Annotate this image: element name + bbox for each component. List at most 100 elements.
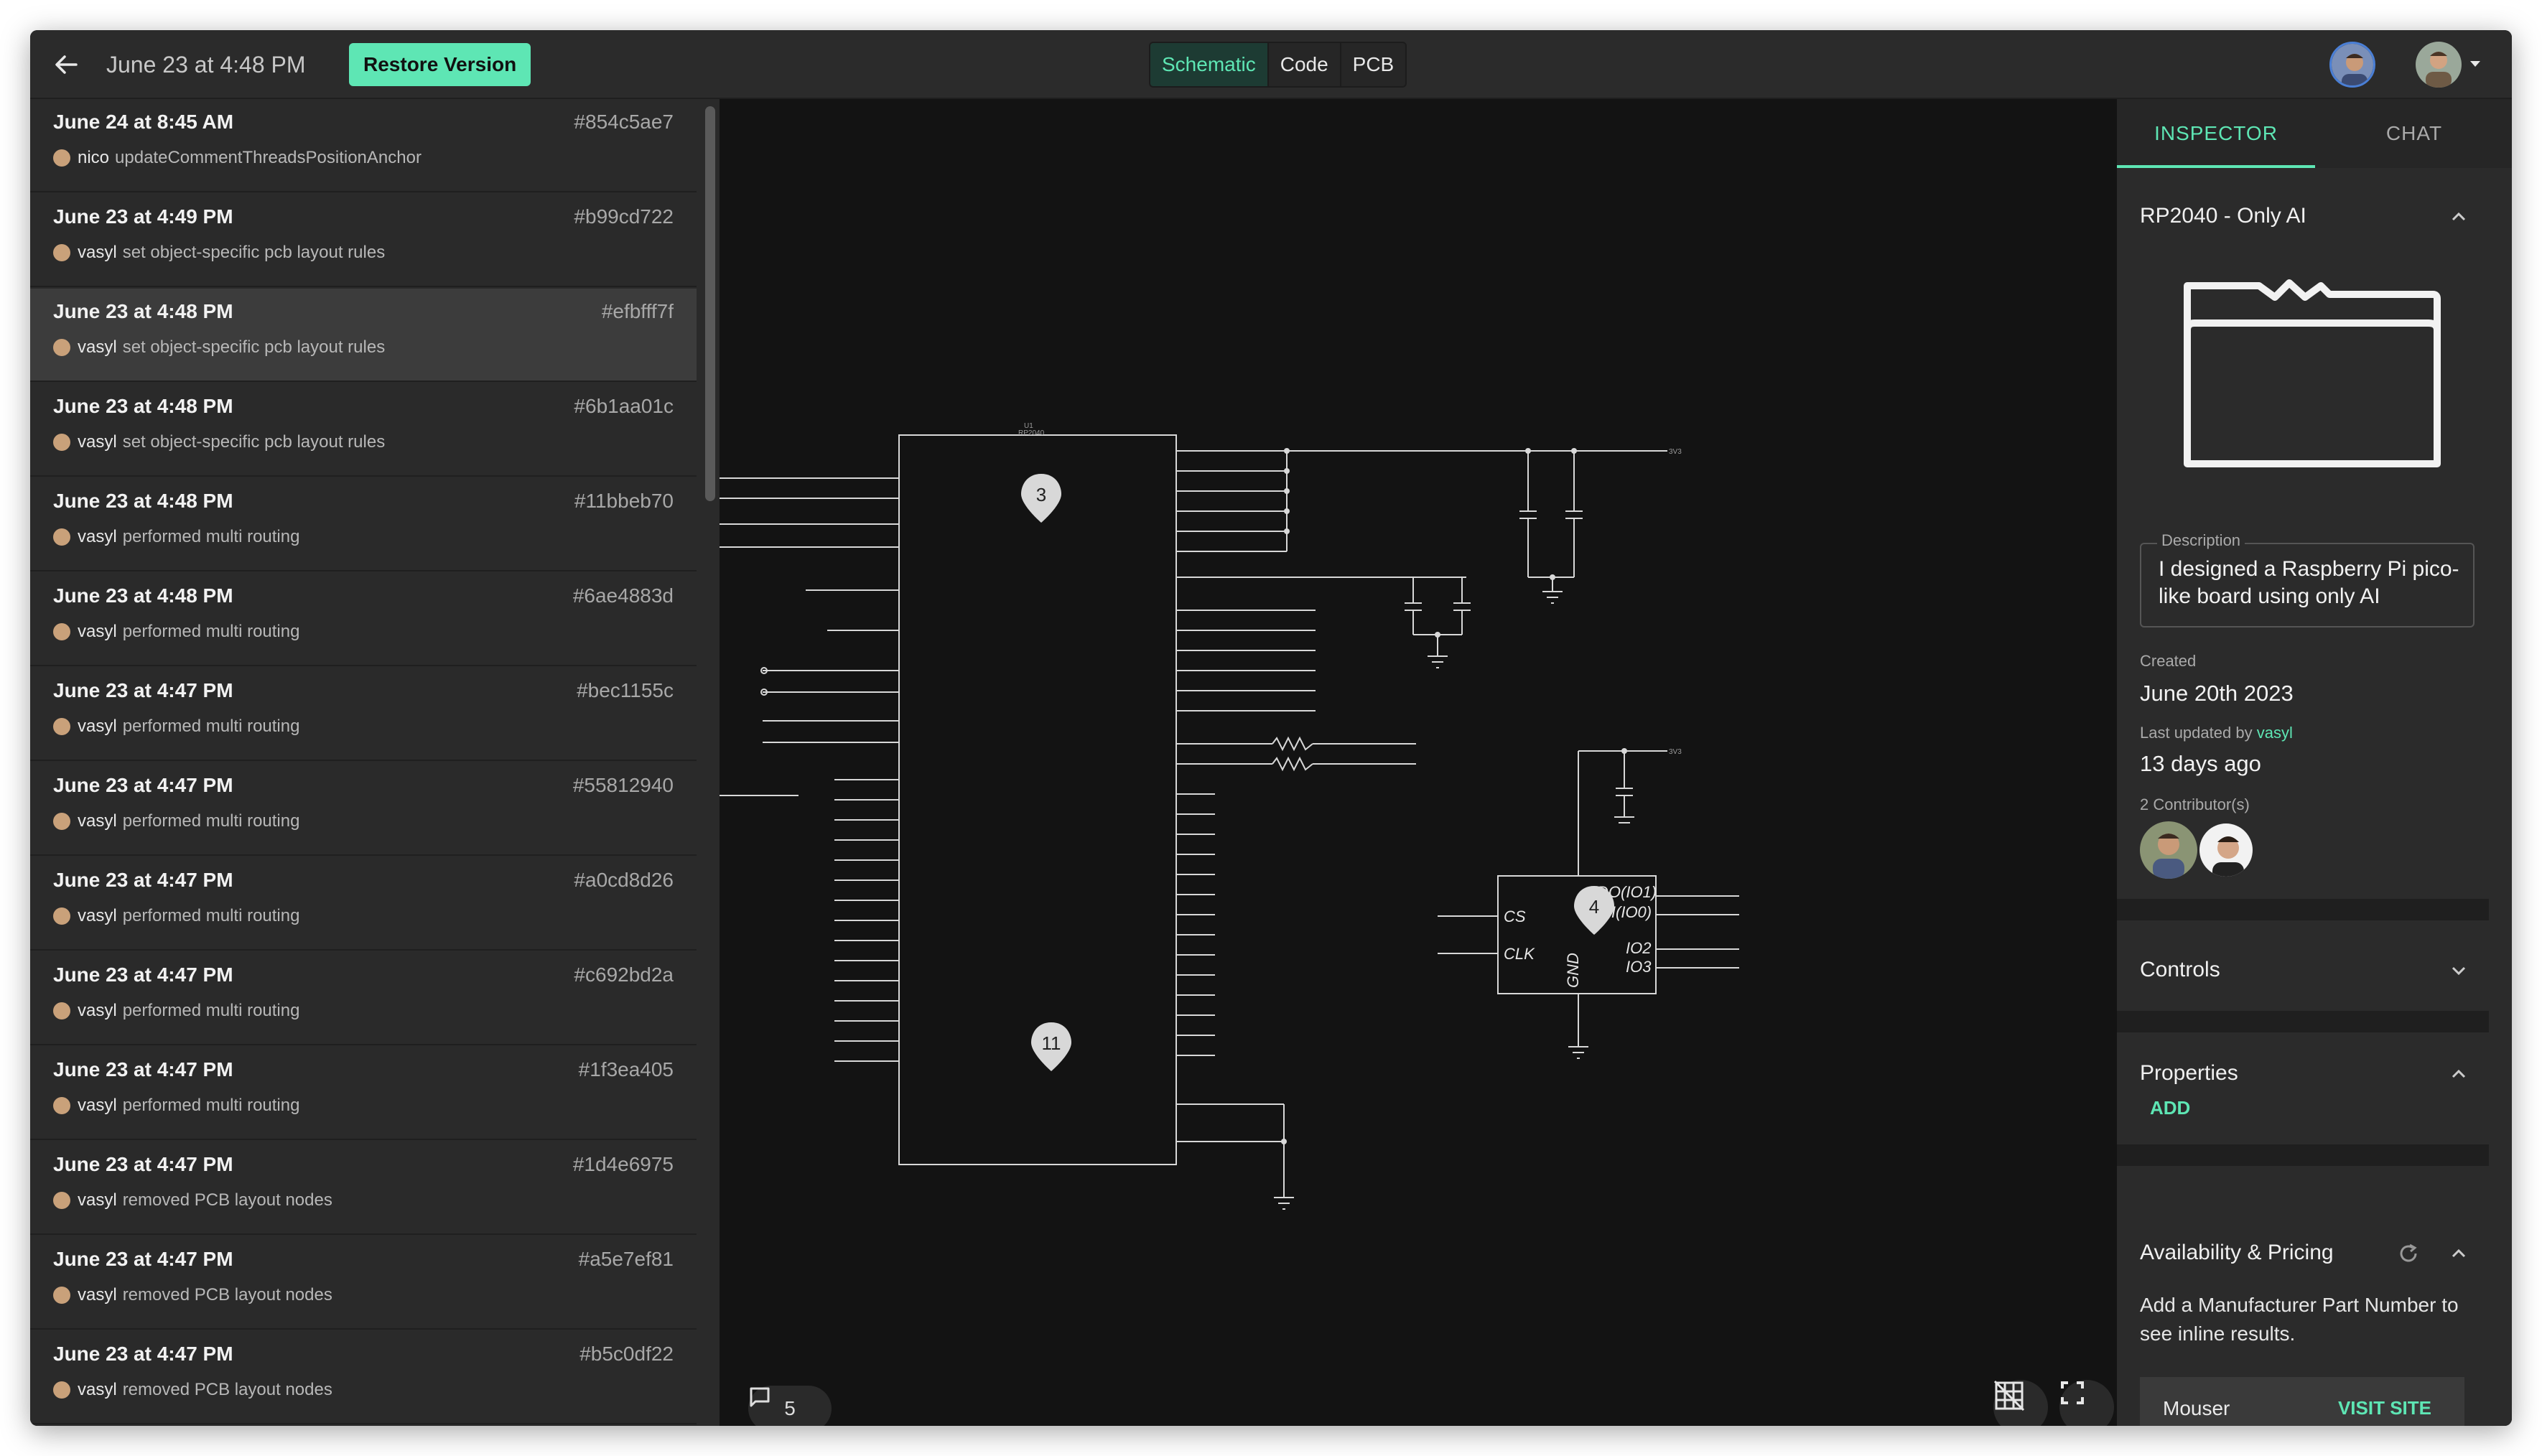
- back-arrow-icon[interactable]: [49, 47, 83, 82]
- tab-pcb[interactable]: PCB: [1341, 43, 1406, 86]
- history-date: June 23 at 4:48 PM: [53, 584, 233, 607]
- history-date: June 23 at 4:47 PM: [53, 1058, 233, 1081]
- chevron-up-icon[interactable]: [2447, 1242, 2470, 1265]
- flash-pin-gnd: GND: [1564, 953, 1582, 988]
- chevron-down-icon[interactable]: [2469, 59, 2482, 69]
- history-hash: #a0cd8d26: [574, 869, 674, 891]
- section-divider: [2117, 899, 2489, 920]
- comment-icon: [750, 1387, 770, 1407]
- history-date: June 23 at 4:47 PM: [53, 869, 233, 891]
- history-hash: #b99cd722: [574, 205, 674, 228]
- section-divider: [2117, 1011, 2489, 1032]
- version-title: June 23 at 4:48 PM: [106, 52, 306, 78]
- history-user: vasyl: [78, 1285, 117, 1305]
- user-avatar-mini: [53, 907, 70, 925]
- contributor-avatar-1[interactable]: [2140, 821, 2197, 879]
- tab-inspector[interactable]: INSPECTOR: [2117, 99, 2315, 168]
- chevron-up-icon[interactable]: [2447, 1063, 2470, 1086]
- add-property-button[interactable]: ADD: [2150, 1097, 2190, 1119]
- project-title: RP2040 - Only AI: [2140, 204, 2306, 228]
- history-date: June 23 at 4:48 PM: [53, 395, 233, 417]
- created-label: Created: [2140, 652, 2197, 670]
- history-meta: vasyl removed PCB layout nodes: [53, 1190, 332, 1210]
- description-text[interactable]: I designed a Raspberry Pi pico-like boar…: [2159, 556, 2467, 610]
- schematic-canvas[interactable]: U1 RP2040 3V3 3V3 CS CLK DO(IO1) DI(IO0)…: [720, 99, 2117, 1426]
- history-item[interactable]: June 23 at 4:48 PM #11bbeb70 vasyl performe…: [30, 478, 697, 571]
- history-item[interactable]: June 23 at 4:47 PM #bec1155c vasyl performe…: [30, 668, 697, 761]
- marker-3-label: 3: [1036, 484, 1046, 505]
- app-window: June 23 at 4:48 PM Restore Version Schem…: [30, 30, 2512, 1426]
- user-avatar-mini: [53, 1287, 70, 1304]
- history-user: vasyl: [78, 906, 117, 925]
- flash-pin-io2: IO2: [1626, 939, 1651, 957]
- history-user: vasyl: [78, 432, 117, 452]
- history-hash: #a5e7ef81: [578, 1248, 674, 1270]
- history-scrollbar-thumb[interactable]: [705, 106, 715, 501]
- history-item[interactable]: June 23 at 4:48 PM #efbfff7f vasyl set obje…: [30, 289, 697, 382]
- chevron-down-icon[interactable]: [2447, 959, 2470, 982]
- history-meta: vasyl performed multi routing: [53, 906, 299, 926]
- history-user: vasyl: [78, 717, 117, 736]
- flash-pin-io3: IO3: [1626, 958, 1652, 976]
- contributor-avatar-2[interactable]: [2197, 821, 2255, 879]
- history-meta: vasyl removed PCB layout nodes: [53, 1285, 332, 1305]
- user-avatar-mini: [53, 339, 70, 356]
- history-meta: vasyl performed multi routing: [53, 717, 299, 737]
- history-hash: #bec1155c: [577, 679, 674, 701]
- history-action: performed multi routing: [122, 811, 300, 831]
- history-item[interactable]: June 23 at 4:47 PM #a5e7ef81 vasyl removed …: [30, 1236, 697, 1330]
- updated-by-user[interactable]: vasyl: [2257, 724, 2293, 742]
- history-meta: vasyl performed multi routing: [53, 811, 299, 831]
- visit-site-button[interactable]: VISIT SITE: [2338, 1397, 2431, 1419]
- version-history-list: June 24 at 8:45 AM #854c5ae7 nico updateCom…: [30, 99, 699, 1426]
- history-action: set object-specific pcb layout rules: [122, 432, 386, 452]
- history-item[interactable]: June 23 at 4:47 PM #a0cd8d26 vasyl performe…: [30, 857, 697, 951]
- history-item[interactable]: June 23 at 4:47 PM #b5c0df22 vasyl removed …: [30, 1331, 697, 1424]
- history-date: June 23 at 4:47 PM: [53, 679, 233, 701]
- history-user: vasyl: [78, 337, 117, 357]
- user-avatar-mini: [53, 434, 70, 451]
- history-item[interactable]: June 23 at 4:48 PM #6b1aa01c vasyl set obje…: [30, 383, 697, 477]
- history-meta: vasyl performed multi routing: [53, 622, 299, 642]
- properties-section-title[interactable]: Properties: [2140, 1061, 2238, 1086]
- net-3v3-label-2: 3V3: [1669, 748, 1682, 756]
- history-meta: vasyl set object-specific pcb layout rule…: [53, 432, 385, 452]
- history-scrollbar[interactable]: [699, 99, 720, 1426]
- history-user: vasyl: [78, 622, 117, 641]
- history-hash: #6ae4883d: [572, 584, 674, 607]
- inspector-tabs: INSPECTOR CHAT: [2117, 99, 2512, 168]
- fullscreen-icon: [2061, 1381, 2084, 1404]
- history-item[interactable]: June 23 at 4:47 PM #55812940 vasyl performe…: [30, 762, 697, 856]
- availability-section-title[interactable]: Availability & Pricing: [2140, 1241, 2334, 1265]
- history-date: June 23 at 4:47 PM: [53, 1248, 233, 1270]
- collaborator-avatar[interactable]: [2329, 42, 2375, 88]
- history-action: updateCommentThreadsPositionAnchor: [115, 148, 422, 167]
- history-action: removed PCB layout nodes: [122, 1285, 332, 1305]
- history-item[interactable]: June 23 at 4:47 PM #1d4e6975 vasyl removed …: [30, 1142, 697, 1235]
- last-updated-label: Last updated by vasyl: [2140, 724, 2293, 742]
- history-meta: vasyl performed multi routing: [53, 1001, 299, 1021]
- controls-section-title[interactable]: Controls: [2140, 958, 2220, 982]
- user-avatar[interactable]: [2416, 42, 2462, 88]
- supplier-name: Mouser: [2163, 1397, 2230, 1419]
- history-item[interactable]: June 23 at 4:48 PM #6ae4883d vasyl performe…: [30, 573, 697, 666]
- refresh-icon[interactable]: [2396, 1241, 2421, 1266]
- user-avatar-mini: [53, 718, 70, 735]
- tab-code[interactable]: Code: [1269, 43, 1341, 86]
- tab-schematic[interactable]: Schematic: [1150, 43, 1269, 86]
- history-item[interactable]: June 23 at 4:49 PM #b99cd722 vasyl set obje…: [30, 194, 697, 287]
- comments-button[interactable]: 5: [748, 1386, 832, 1426]
- history-date: June 23 at 4:47 PM: [53, 1153, 233, 1175]
- history-item[interactable]: June 23 at 4:47 PM #c692bd2a vasyl performe…: [30, 952, 697, 1045]
- history-meta: nico updateCommentThreadsPositionAnchor: [53, 148, 422, 168]
- right-pins: [1176, 450, 1667, 1210]
- history-meta: vasyl set object-specific pcb layout rule…: [53, 243, 385, 263]
- tab-chat[interactable]: CHAT: [2315, 99, 2512, 168]
- history-date: June 24 at 8:45 AM: [53, 111, 234, 133]
- restore-version-button[interactable]: Restore Version: [349, 43, 531, 86]
- history-item[interactable]: June 24 at 8:45 AM #854c5ae7 nico updateCom…: [30, 99, 697, 192]
- chevron-up-icon[interactable]: [2447, 205, 2470, 228]
- history-hash: #854c5ae7: [574, 111, 674, 133]
- grid-off-icon: [1993, 1380, 2025, 1411]
- history-item[interactable]: June 23 at 4:47 PM #1f3ea405 vasyl performe…: [30, 1047, 697, 1140]
